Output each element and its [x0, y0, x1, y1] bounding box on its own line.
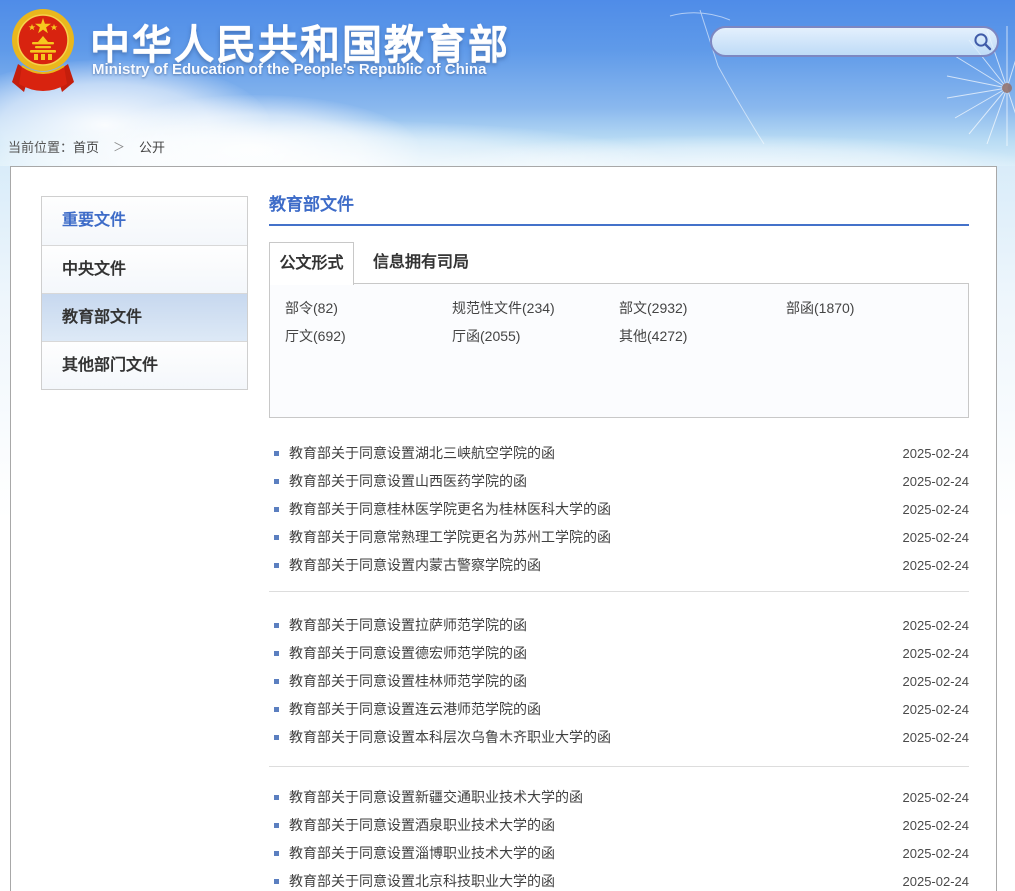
bullet-square-icon: [274, 507, 279, 512]
list-item: 教育部关于同意设置新疆交通职业技术大学的函 2025-02-24: [269, 783, 969, 811]
document-link[interactable]: 教育部关于同意设置连云港师范学院的函: [289, 699, 903, 719]
search-icon: [973, 32, 992, 51]
document-link[interactable]: 教育部关于同意设置桂林师范学院的函: [289, 671, 903, 691]
list-item: 教育部关于同意设置酒泉职业技术大学的函 2025-02-24: [269, 811, 969, 839]
page-title: 教育部文件: [269, 195, 969, 226]
document-list: 教育部关于同意设置湖北三峡航空学院的函 2025-02-24 教育部关于同意设置…: [269, 439, 969, 891]
bullet-square-icon: [274, 879, 279, 884]
list-item: 教育部关于同意设置德宏师范学院的函 2025-02-24: [269, 639, 969, 667]
document-link[interactable]: 教育部关于同意设置内蒙古警察学院的函: [289, 555, 903, 575]
bullet-square-icon: [274, 823, 279, 828]
category-grid: 部令(82) 规范性文件(234) 部文(2932) 部函(1870) 厅文(6…: [285, 301, 953, 344]
document-link[interactable]: 教育部关于同意设置新疆交通职业技术大学的函: [289, 787, 903, 807]
main-panel: 重要文件 中央文件 教育部文件 其他部门文件 教育部文件 公文形式 信息拥有司局…: [10, 166, 997, 891]
document-date: 2025-02-24: [903, 530, 970, 545]
document-link[interactable]: 教育部关于同意设置德宏师范学院的函: [289, 643, 903, 663]
bullet-square-icon: [274, 707, 279, 712]
document-group: 教育部关于同意设置新疆交通职业技术大学的函 2025-02-24 教育部关于同意…: [269, 767, 969, 891]
breadcrumb-separator: ＞: [113, 138, 125, 155]
sidebar-item-central-docs[interactable]: 中央文件: [42, 245, 247, 293]
category-ting-wen[interactable]: 厅文(692): [285, 329, 452, 344]
breadcrumb: 当前位置： 首页 ＞ 公开: [8, 137, 165, 156]
breadcrumb-current-link[interactable]: 公开: [139, 137, 165, 156]
category-bu-wen[interactable]: 部文(2932): [619, 301, 786, 316]
document-link[interactable]: 教育部关于同意设置拉萨师范学院的函: [289, 615, 903, 635]
sidebar: 重要文件 中央文件 教育部文件 其他部门文件: [41, 196, 248, 390]
bullet-square-icon: [274, 795, 279, 800]
document-link[interactable]: 教育部关于同意设置淄博职业技术大学的函: [289, 843, 903, 863]
list-item: 教育部关于同意设置北京科技职业大学的函 2025-02-24: [269, 867, 969, 891]
tab-info-owning-bureau[interactable]: 信息拥有司局: [373, 242, 469, 284]
sidebar-item-moe-docs[interactable]: 教育部文件: [42, 293, 247, 341]
list-item: 教育部关于同意设置淄博职业技术大学的函 2025-02-24: [269, 839, 969, 867]
bullet-square-icon: [274, 535, 279, 540]
list-item: 教育部关于同意设置本科层次乌鲁木齐职业大学的函 2025-02-24: [269, 723, 969, 751]
document-date: 2025-02-24: [903, 446, 970, 461]
category-other[interactable]: 其他(4272): [619, 329, 786, 344]
document-date: 2025-02-24: [903, 730, 970, 745]
document-date: 2025-02-24: [903, 674, 970, 689]
category-bu-han[interactable]: 部函(1870): [786, 301, 953, 316]
bullet-square-icon: [274, 851, 279, 856]
category-panel: 部令(82) 规范性文件(234) 部文(2932) 部函(1870) 厅文(6…: [269, 283, 969, 418]
list-item: 教育部关于同意设置山西医药学院的函 2025-02-24: [269, 467, 969, 495]
document-date: 2025-02-24: [903, 646, 970, 661]
list-item: 教育部关于同意常熟理工学院更名为苏州工学院的函 2025-02-24: [269, 523, 969, 551]
document-link[interactable]: 教育部关于同意设置本科层次乌鲁木齐职业大学的函: [289, 727, 903, 747]
document-link[interactable]: 教育部关于同意桂林医学院更名为桂林医科大学的函: [289, 499, 903, 519]
national-emblem-icon[interactable]: [10, 6, 76, 104]
document-group: 教育部关于同意设置湖北三峡航空学院的函 2025-02-24 教育部关于同意设置…: [269, 439, 969, 592]
bullet-square-icon: [274, 623, 279, 628]
list-item: 教育部关于同意设置桂林师范学院的函 2025-02-24: [269, 667, 969, 695]
dandelion-icon: [899, 0, 1015, 146]
document-link[interactable]: 教育部关于同意设置湖北三峡航空学院的函: [289, 443, 903, 463]
list-item: 教育部关于同意设置内蒙古警察学院的函 2025-02-24: [269, 551, 969, 579]
bullet-square-icon: [274, 679, 279, 684]
bullet-square-icon: [274, 451, 279, 456]
bullet-square-icon: [274, 735, 279, 740]
bullet-square-icon: [274, 563, 279, 568]
document-date: 2025-02-24: [903, 618, 970, 633]
breadcrumb-home-link[interactable]: 首页: [73, 137, 99, 156]
document-date: 2025-02-24: [903, 702, 970, 717]
bullet-square-icon: [274, 651, 279, 656]
list-item: 教育部关于同意设置连云港师范学院的函 2025-02-24: [269, 695, 969, 723]
breadcrumb-prefix: 当前位置：: [8, 137, 73, 156]
category-normative-docs[interactable]: 规范性文件(234): [452, 301, 619, 316]
document-group: 教育部关于同意设置拉萨师范学院的函 2025-02-24 教育部关于同意设置德宏…: [269, 592, 969, 767]
sidebar-item-other-dept-docs[interactable]: 其他部门文件: [42, 341, 247, 389]
list-item: 教育部关于同意桂林医学院更名为桂林医科大学的函 2025-02-24: [269, 495, 969, 523]
site-subtitle: Ministry of Education of the People's Re…: [92, 61, 486, 78]
category-ting-han[interactable]: 厅函(2055): [452, 329, 619, 344]
tab-document-form[interactable]: 公文形式: [269, 242, 354, 285]
document-date: 2025-02-24: [903, 818, 970, 833]
content-area: 教育部文件 公文形式 信息拥有司局 部令(82) 规范性文件(234) 部文(2…: [269, 195, 969, 891]
document-link[interactable]: 教育部关于同意设置酒泉职业技术大学的函: [289, 815, 903, 835]
bullet-square-icon: [274, 479, 279, 484]
document-link[interactable]: 教育部关于同意设置山西医药学院的函: [289, 471, 903, 491]
document-date: 2025-02-24: [903, 558, 970, 573]
tab-bar: 公文形式 信息拥有司局: [269, 242, 969, 284]
list-item: 教育部关于同意设置拉萨师范学院的函 2025-02-24: [269, 611, 969, 639]
page: 中华人民共和国教育部 Ministry of Education of the …: [0, 0, 1015, 891]
list-item: 教育部关于同意设置湖北三峡航空学院的函 2025-02-24: [269, 439, 969, 467]
document-link[interactable]: 教育部关于同意设置北京科技职业大学的函: [289, 871, 903, 891]
sidebar-item-important-docs[interactable]: 重要文件: [42, 197, 247, 245]
document-date: 2025-02-24: [903, 846, 970, 861]
search-box: [710, 26, 999, 57]
category-bu-ling[interactable]: 部令(82): [285, 301, 452, 316]
search-input[interactable]: [712, 28, 967, 55]
search-button[interactable]: [967, 28, 997, 55]
document-date: 2025-02-24: [903, 474, 970, 489]
document-date: 2025-02-24: [903, 502, 970, 517]
document-link[interactable]: 教育部关于同意常熟理工学院更名为苏州工学院的函: [289, 527, 903, 547]
document-date: 2025-02-24: [903, 874, 970, 889]
document-date: 2025-02-24: [903, 790, 970, 805]
